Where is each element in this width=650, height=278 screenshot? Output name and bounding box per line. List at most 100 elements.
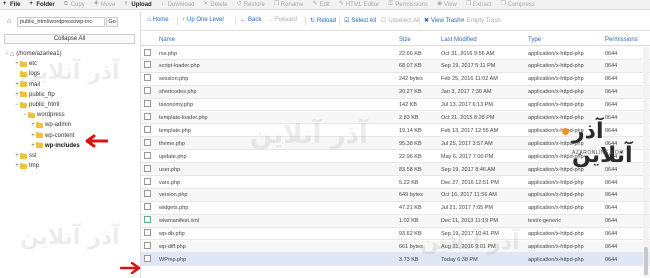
xml-file-icon bbox=[144, 216, 151, 224]
tree-node-home-azarlea1[interactable]: − ⌂ (/home/azarlea1) bbox=[4, 49, 61, 59]
unselect-all-button[interactable]: ☐ Unselect All bbox=[381, 17, 420, 25]
permissions-column-header[interactable]: Permissions bbox=[605, 37, 638, 43]
toolbar-folder-plus-button[interactable]: + Folder bbox=[29, 1, 54, 8]
last-modified-column-header[interactable]: Last Modified bbox=[441, 37, 477, 43]
rename-icon: ❒ bbox=[273, 1, 280, 7]
cell-size: 93.62 KB bbox=[399, 231, 422, 238]
collapse-all-button[interactable]: Collapse All bbox=[4, 34, 135, 44]
table-row[interactable]: session.php 242 bytes Feb 25, 2016 11:02 A… bbox=[141, 73, 650, 86]
toolbar-copy-button[interactable]: ⧉ Copy bbox=[63, 1, 85, 8]
cell-name[interactable]: WPmp.php bbox=[159, 257, 186, 263]
reload-button[interactable]: ↻ Reload bbox=[310, 17, 336, 25]
tree-node-wp-includes[interactable]: + wp-includes bbox=[30, 141, 80, 151]
tree-node-public-html[interactable]: − public_html bbox=[14, 100, 59, 110]
toolbar-rename-button[interactable]: ❒ Rename bbox=[273, 1, 304, 8]
php-file-icon bbox=[144, 242, 151, 249]
cell-name[interactable]: widgets.php bbox=[159, 205, 188, 211]
toolbar-upload-button[interactable]: ↑ Upload bbox=[124, 1, 151, 8]
tree-node-label: public_ftp bbox=[29, 91, 55, 98]
cell-perms: 0644 bbox=[605, 231, 618, 238]
cell-name[interactable]: template-loader.php bbox=[159, 115, 208, 121]
tree-node-label: tmp bbox=[29, 163, 40, 170]
cell-name[interactable]: shortcodes.php bbox=[159, 89, 197, 95]
scrollbar-thumb[interactable] bbox=[644, 247, 648, 275]
vertical-scrollbar[interactable] bbox=[643, 47, 649, 277]
toolbar-delete-button[interactable]: ✕ Delete bbox=[203, 1, 227, 8]
cell-perms: 0644 bbox=[605, 192, 618, 199]
home-path-icon[interactable]: ⌂ bbox=[4, 17, 14, 27]
php-file-icon bbox=[144, 203, 151, 211]
table-row[interactable]: wp-db.php 93.62 KB Sep 19, 2017 10:41 PM ap… bbox=[141, 228, 650, 241]
cell-name[interactable]: template.php bbox=[159, 128, 191, 134]
table-row[interactable]: rss.php 22.66 KB Oct 31, 2016 9:56 AM appli… bbox=[141, 47, 650, 60]
copy-icon: ⧉ bbox=[63, 1, 68, 7]
toolbar-view-button[interactable]: ◉ View bbox=[437, 1, 457, 8]
home-button[interactable]: ⌂ Home bbox=[147, 17, 169, 23]
table-row[interactable]: script-loader.php 68.07 KB Sep 19, 2017 5:… bbox=[141, 59, 650, 73]
size-column-header[interactable]: Size bbox=[399, 37, 411, 43]
toolbar-compress-button[interactable]: ❐ Compress bbox=[501, 1, 535, 8]
cell-name[interactable]: update.php bbox=[159, 154, 187, 160]
cell-type: application/x-httpd-php bbox=[528, 256, 584, 263]
table-row[interactable]: widgets.php 47.21 KB Jul 21, 2017 7:05 PM a… bbox=[141, 202, 650, 215]
cell-type: application/x-httpd-php bbox=[528, 50, 584, 57]
toolbar-move-button[interactable]: ✚ Move bbox=[94, 1, 116, 8]
tree-node-logs[interactable]: logs bbox=[14, 69, 40, 79]
tree-node-wp-admin[interactable]: + wp-admin bbox=[30, 120, 71, 130]
tree-node-wordpress[interactable]: − wordpress bbox=[22, 110, 65, 120]
cell-name[interactable]: wp-diff.php bbox=[159, 244, 186, 250]
toolbar-extract-button[interactable]: ❐ Extract bbox=[466, 1, 492, 8]
toolbar-restore-button[interactable]: ↺ Restore bbox=[237, 1, 265, 8]
cell-name[interactable]: session.php bbox=[159, 76, 188, 82]
cell-name[interactable]: user.php bbox=[159, 167, 180, 173]
table-row[interactable]: WPmp.php 3.73 KB Today 6:38 PM application/… bbox=[141, 253, 650, 267]
unselect-all-icon: ☐ bbox=[381, 18, 387, 24]
toolbar-file-plus-button[interactable]: + File bbox=[3, 1, 20, 8]
up-one-level-button[interactable]: ↑ Up One Level bbox=[182, 17, 224, 23]
php-file-icon bbox=[144, 151, 151, 159]
cell-name[interactable]: rss.php bbox=[159, 51, 177, 57]
cell-name[interactable]: version.php bbox=[159, 192, 187, 198]
table-row[interactable]: taxonomy.php 142 KB Jul 13, 2017 6:13 PM ap… bbox=[141, 99, 650, 112]
select-all-button[interactable]: ☑ Select All bbox=[344, 17, 376, 25]
folder-icon bbox=[28, 111, 35, 118]
empty-trash-button[interactable]: ✖ Empty Trash bbox=[460, 17, 501, 25]
cell-size: 22.96 KB bbox=[399, 153, 422, 160]
table-row[interactable]: shortcodes.php 20.27 KB Jan 3, 2017 7:30 A… bbox=[141, 85, 650, 99]
cell-name[interactable]: wp-db.php bbox=[159, 231, 185, 237]
forward-button[interactable]: → Forward bbox=[267, 17, 297, 23]
cell-name[interactable]: theme.php bbox=[159, 141, 185, 147]
tree-node-tmp[interactable]: + tmp bbox=[14, 161, 39, 171]
view-trash-button[interactable]: ✖ View Trash bbox=[424, 17, 461, 25]
name-column-header[interactable]: Name bbox=[159, 37, 175, 43]
tree-node-mail[interactable]: + mail bbox=[14, 80, 40, 90]
tree-node-public-ftp[interactable]: + public_ftp bbox=[14, 90, 55, 100]
tree-node-wp-content[interactable]: + wp-content bbox=[30, 131, 74, 141]
type-column-header[interactable]: Type bbox=[528, 37, 541, 43]
toolbar-permissions-button[interactable]: ⚿ Permissions bbox=[388, 1, 428, 8]
cell-modified: Dec 11, 2013 11:19 PM bbox=[441, 218, 498, 225]
toolbar-download-button[interactable]: ↓ Download bbox=[161, 1, 195, 8]
cell-name[interactable]: vars.php bbox=[159, 180, 180, 186]
table-row[interactable]: wp-diff.php 661 bytes Aug 31, 2016 9:01 PM… bbox=[141, 240, 650, 254]
path-input[interactable]: public_html/wordpress/wp-inc bbox=[17, 17, 105, 27]
cell-name[interactable]: taxonomy.php bbox=[159, 102, 193, 108]
toolbar-label: View bbox=[443, 1, 457, 8]
cell-perms: 0644 bbox=[605, 63, 618, 70]
toolbar-label: Forward bbox=[275, 17, 298, 23]
toolbar-label: Home bbox=[152, 17, 169, 23]
tree-node-ssl[interactable]: + ssl bbox=[14, 151, 36, 161]
table-row[interactable]: wlwmanifest.xml 1.02 KB Dec 11, 2013 11:19… bbox=[141, 214, 650, 228]
cell-name[interactable]: wlwmanifest.xml bbox=[159, 218, 199, 224]
toolbar-html-editor-button[interactable]: ✎ HTML Editor bbox=[339, 1, 379, 8]
table-row[interactable]: version.php 649 bytes Oct 16, 2017 11:56 A… bbox=[141, 188, 650, 202]
toolbar-edit-button[interactable]: ✎ Edit bbox=[312, 1, 329, 8]
tree-node-etc[interactable]: + etc bbox=[14, 59, 37, 69]
table-row[interactable]: vars.php 5.22 KB Dec 27, 2016 12:51 PM appl… bbox=[141, 176, 650, 189]
folder-plus-icon: + bbox=[29, 1, 33, 7]
cell-perms: 0644 bbox=[605, 256, 618, 263]
go-button[interactable]: Go bbox=[106, 17, 118, 27]
cell-name[interactable]: script-loader.php bbox=[159, 63, 200, 69]
cell-type: application/x-httpd-php bbox=[528, 231, 584, 238]
back-button[interactable]: ← Back bbox=[240, 17, 261, 23]
